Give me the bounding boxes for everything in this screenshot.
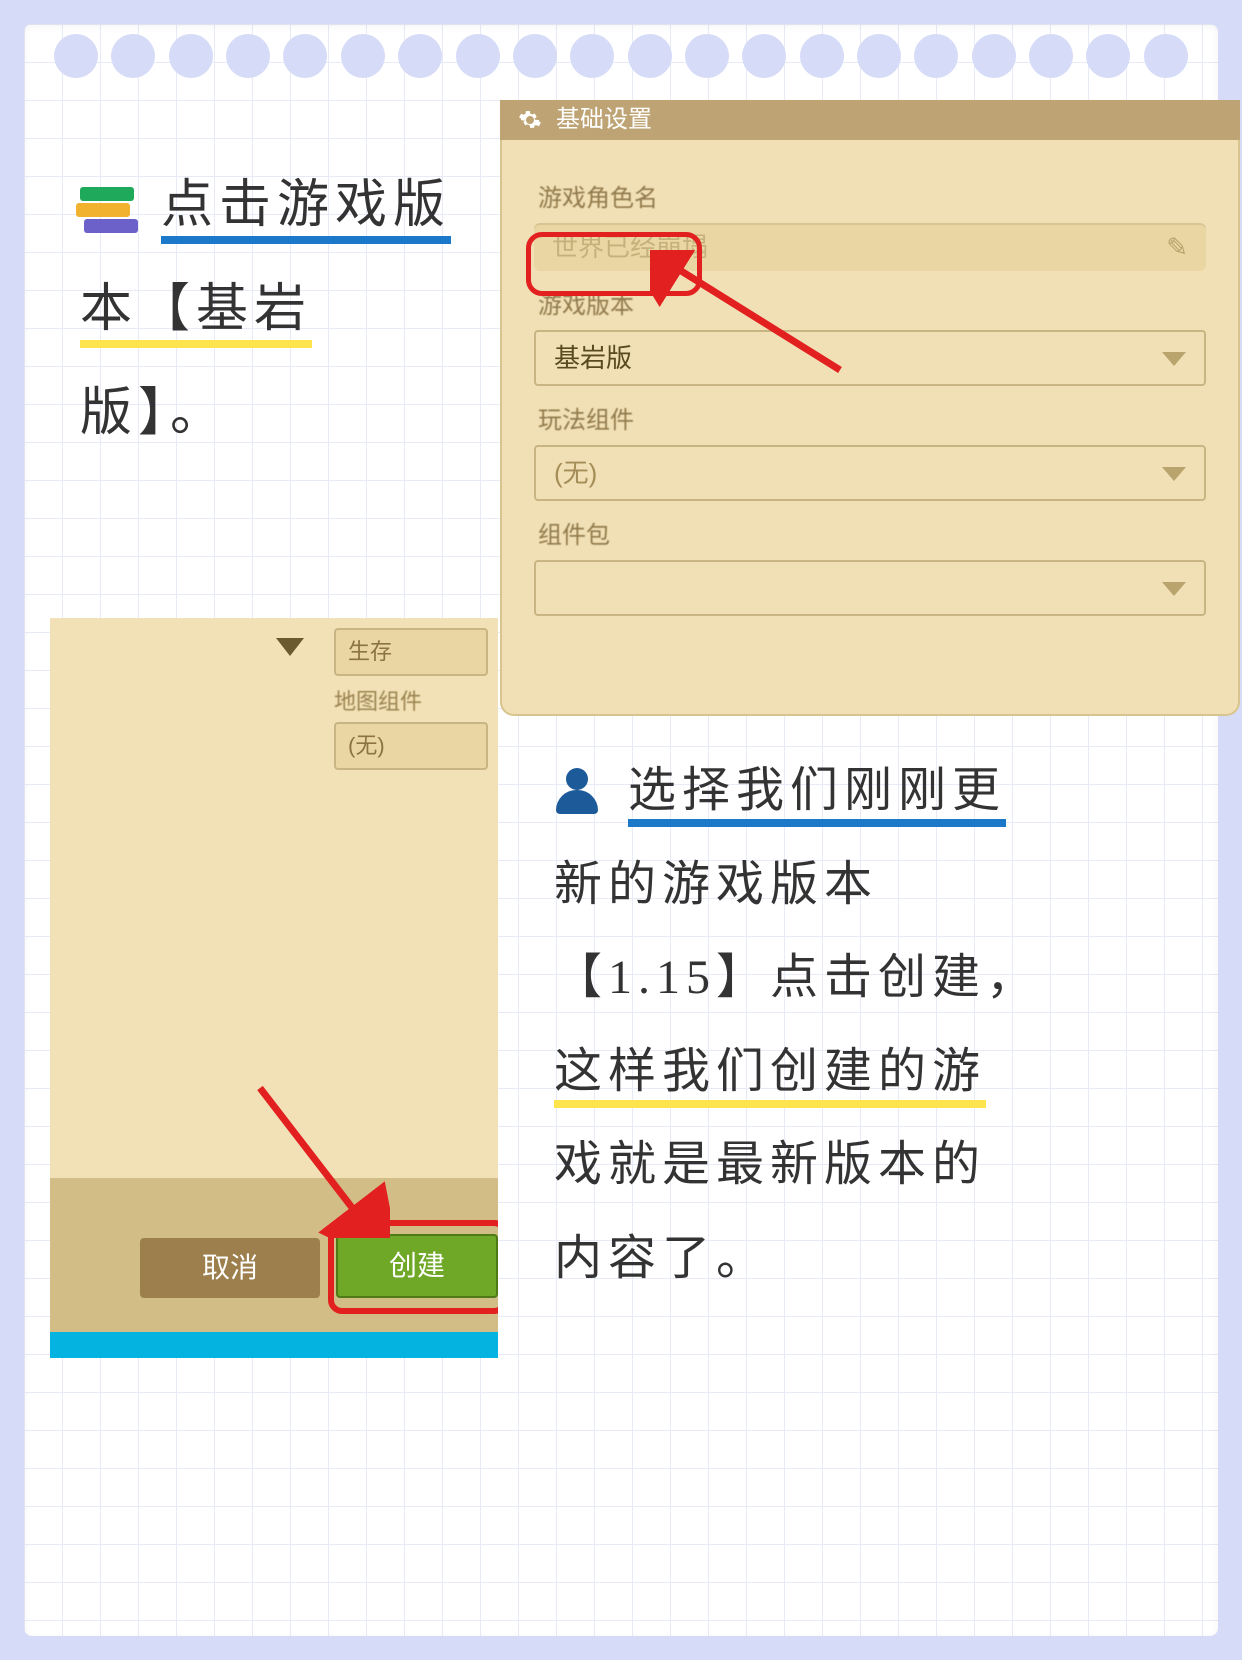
create-screenshot: 生存 地图组件 (无) 取消 创建 (50, 618, 498, 1358)
create-button-label: 创建 (389, 1250, 445, 1281)
game-version-value: 基岩版 (554, 343, 632, 373)
note-top: 点击游戏版 本【基岩 版】。 (80, 154, 480, 466)
game-mode-select[interactable]: 生存 (334, 628, 488, 676)
create-button[interactable]: 创建 (336, 1234, 498, 1298)
note-top-line3: 版】。 (80, 362, 480, 466)
chevron-down-icon (1162, 352, 1186, 366)
create-footer: 取消 创建 (50, 1178, 498, 1358)
map-module-select[interactable]: (无) (334, 722, 488, 770)
person-icon (554, 768, 600, 814)
chevron-down-icon (1162, 467, 1186, 481)
character-name-input[interactable]: 世界已经崩塌 (534, 223, 1206, 271)
note-bottom-line1: 选择我们刚刚更 (628, 764, 1006, 827)
component-pack-label: 组件包 (538, 515, 1202, 550)
game-version-select[interactable]: 基岩版 (534, 330, 1206, 386)
bottom-accent-bar (50, 1332, 498, 1358)
note-bottom-line3: 【1.15】点击创建， (554, 931, 1234, 1025)
component-pack-select[interactable] (534, 560, 1206, 616)
note-top-line1: 点击游戏版 (161, 177, 451, 244)
create-left-pane (50, 618, 342, 1178)
note-bottom-line2: 新的游戏版本 (554, 838, 1234, 932)
settings-title: 基础设置 (556, 106, 652, 133)
character-name-value: 世界已经崩塌 (552, 232, 708, 262)
note-top-line2: 本【基岩 (80, 281, 312, 348)
note-bottom: 选择我们刚刚更 新的游戏版本 【1.15】点击创建， 这样我们创建的游 戏就是最… (554, 744, 1234, 1306)
spiral-binding (24, 34, 1218, 94)
gear-icon (518, 108, 542, 132)
chevron-down-icon (1162, 582, 1186, 596)
play-module-label: 玩法组件 (538, 400, 1202, 435)
cancel-button-label: 取消 (202, 1252, 258, 1283)
play-module-value: (无) (554, 458, 597, 488)
map-module-label: 地图组件 (334, 684, 488, 716)
chevron-down-icon (276, 638, 304, 656)
note-bottom-line4: 这样我们创建的游 (554, 1045, 986, 1108)
settings-screenshot: 基础设置 游戏角色名 世界已经崩塌 游戏版本 基岩版 玩法组件 (无) 组件包 (500, 100, 1240, 716)
game-mode-value: 生存 (348, 639, 392, 664)
books-icon (80, 183, 134, 237)
play-module-select[interactable]: (无) (534, 445, 1206, 501)
game-version-label: 游戏版本 (538, 285, 1202, 320)
cancel-button[interactable]: 取消 (140, 1238, 320, 1298)
map-module-value: (无) (348, 733, 385, 758)
note-bottom-line5: 戏就是最新版本的 (554, 1118, 1234, 1212)
settings-titlebar: 基础设置 (500, 100, 1240, 140)
note-bottom-line6: 内容了。 (554, 1212, 1234, 1306)
character-name-label: 游戏角色名 (538, 178, 1202, 213)
notebook-paper: 点击游戏版 本【基岩 版】。 基础设置 游戏角色名 世界已经崩塌 游戏版本 基岩… (24, 24, 1218, 1636)
